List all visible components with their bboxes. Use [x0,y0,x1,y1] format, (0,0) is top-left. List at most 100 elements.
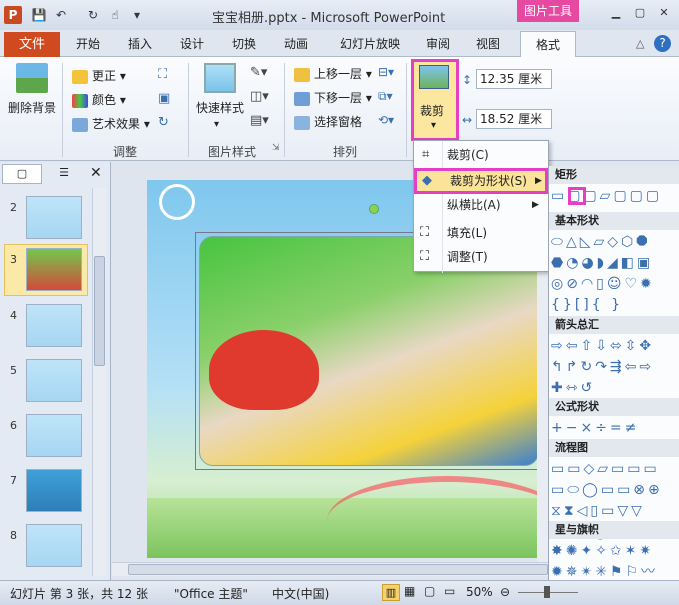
section-header-flowchart: 流程图 [549,439,679,457]
shape-row[interactable]: ◎⊘◠▯☺♡✹ [551,274,679,294]
bring-forward-button[interactable]: 上移一层 ▾ [294,65,372,82]
slide-thumbnail-image[interactable] [26,524,82,567]
tab-slideshow[interactable]: 幻灯片放映 [330,32,410,57]
slide-thumbnail-image[interactable] [26,196,82,239]
theme-name[interactable]: "Office 主题" [174,585,248,602]
picture-layout-icon[interactable]: ▤▾ [250,113,269,128]
close-pane-icon[interactable]: ✕ [90,165,102,181]
width-field[interactable]: 18.52 厘米 [476,109,552,129]
reading-view-icon[interactable]: ▢ [424,584,435,598]
dialog-launcher-icon[interactable]: ⇲ [272,143,280,153]
help-icon[interactable]: ? [654,35,671,52]
rotate-icon[interactable]: ⟲▾ [378,113,394,127]
slide-thumbnail[interactable]: 7 [10,473,17,487]
normal-view-icon[interactable]: ▥ [382,584,400,601]
tab-design[interactable]: 设计 [170,32,214,57]
ribbon-tab-row: 文件 开始 插入 设计 切换 动画 幻灯片放映 审阅 视图 格式 △ ? [0,30,679,58]
slide-thumbnail-image[interactable] [26,359,82,402]
thumbnails-scrollbar[interactable] [92,188,106,576]
selection-pane-button[interactable]: 选择窗格 [294,113,362,130]
language-indicator[interactable]: 中文(中国) [272,585,329,602]
save-icon[interactable]: 💾 [30,6,48,24]
shape-row[interactable]: {}[]{ } [551,295,679,315]
rotation-handle[interactable] [369,204,379,214]
compress-pictures-icon[interactable]: ⛶ [158,67,167,82]
chevron-down-icon: ▾ [214,119,220,130]
picture-effects-icon[interactable]: ◫▾ [250,89,269,104]
minimize-icon[interactable]: ▁ [605,5,627,21]
shape-row[interactable]: ⇨⇦⇧⇩⬄⇳✥ [551,336,679,356]
outline-tab-icon[interactable]: ☰ [44,164,84,184]
slide-thumbnail[interactable]: 5 [10,363,17,377]
redo-icon[interactable]: ↻ [84,6,102,24]
tab-animations[interactable]: 动画 [274,32,318,57]
slide-thumbnail[interactable]: 4 [10,308,17,322]
zoom-level[interactable]: 50% [466,585,493,599]
picture-styles-group-label: 图片样式 [207,145,256,159]
align-icon[interactable]: ⊟▾ [378,65,394,79]
crop-button[interactable]: 裁剪 ▾ [411,59,459,141]
slide-thumbnail[interactable]: 6 [10,418,17,432]
menu-item-fill[interactable]: ⛶ 填充(L) [414,221,548,245]
slide-thumbnail-image[interactable] [26,469,82,512]
shape-row[interactable]: ▭⬭◯▭▭⊗⊕ [551,480,679,500]
tab-view[interactable]: 视图 [466,32,510,57]
tab-file[interactable]: 文件 [4,32,60,57]
slide-thumbnail[interactable]: 3 [10,252,17,266]
shape-row[interactable]: ⬣◔◕◗◢◧▣ [551,253,679,273]
slide-thumbnail-image[interactable] [26,414,82,457]
canvas-horizontal-scrollbar[interactable] [112,562,549,576]
tab-format[interactable]: 格式 [520,31,576,58]
menu-item-crop[interactable]: ⌗ 裁剪(C) [414,143,548,167]
remove-background-button[interactable]: 删除背景 [8,99,56,116]
tab-review[interactable]: 审阅 [416,32,460,57]
scrollbar-thumb[interactable] [128,564,548,575]
menu-item-fit[interactable]: ⛶ 调整(T) [414,245,548,269]
shape-row[interactable]: ✸✺✦✧✩✶✷ [551,541,679,561]
send-backward-button[interactable]: 下移一层 ▾ [294,89,372,106]
bring-forward-icon [294,67,310,82]
color-button[interactable]: 颜色 ▾ [72,91,126,108]
qat-customize-icon[interactable]: ▾ [128,6,146,24]
touch-icon[interactable]: ☝ [106,6,124,24]
zoom-out-icon[interactable]: ⊖ [500,585,510,599]
slide-thumbnail-image[interactable] [26,248,82,291]
ribbon-minimize-icon[interactable]: △ [636,37,644,50]
slideshow-icon[interactable]: ▭ [444,584,455,598]
artistic-icon [72,117,88,132]
shape-row[interactable]: ✚⇿↺ [551,378,679,398]
menu-item-crop-to-shape[interactable]: ◆ 裁剪为形状(S) ▶ [414,168,548,194]
slide-thumbnail[interactable]: 8 [10,528,17,542]
picture-border-icon[interactable]: ✎▾ [250,65,267,80]
scrollbar-thumb[interactable] [94,256,105,366]
tab-transitions[interactable]: 切换 [222,32,266,57]
slides-tab-icon[interactable]: ▢ [2,164,42,184]
shape-row[interactable]: ▭▭◇▱▭▭▭ [551,459,679,479]
tab-insert[interactable]: 插入 [118,32,162,57]
section-header-equation-shapes: 公式形状 [549,398,679,416]
height-field[interactable]: 12.35 厘米 [476,69,552,89]
shape-row[interactable]: +−×÷=≠ [551,418,679,438]
maximize-icon[interactable]: ▢ [629,5,651,21]
group-icon[interactable]: ⧉▾ [378,89,393,104]
slide-thumbnail-image[interactable] [26,304,82,347]
corrections-button[interactable]: 更正 ▾ [72,67,126,84]
undo-icon[interactable]: ↶ [52,6,70,24]
slide-sorter-icon[interactable]: ▦ [404,584,415,598]
shape-row[interactable]: ↰↱↻↷⇶⇦⇨ [551,357,679,377]
shape-row[interactable]: ⧖⧗◁▯▭▽▽ [551,501,679,521]
shape-row[interactable]: ✹✵✴✳⚑⚐〰 [551,562,679,582]
slide-thumbnail[interactable]: 2 [10,200,17,214]
change-picture-icon[interactable]: ▣ [158,91,170,106]
zoom-slider-thumb[interactable] [544,586,550,598]
artistic-effects-button[interactable]: 艺术效果 ▾ [72,115,150,132]
width-icon: ↔ [462,113,473,127]
menu-item-label: 裁剪为形状(S) [450,174,527,188]
menu-item-aspect-ratio[interactable]: 纵横比(A) ▶ [414,193,548,217]
tab-home[interactable]: 开始 [66,32,110,57]
close-icon[interactable]: ✕ [653,5,675,21]
powerpoint-app-icon[interactable]: P [4,6,22,24]
quick-styles-button[interactable]: 快速样式 [196,99,244,116]
reset-picture-icon[interactable]: ↻ [158,115,169,130]
shape-row[interactable]: ⬭△◺▱◇⬡⯃ [551,232,679,252]
